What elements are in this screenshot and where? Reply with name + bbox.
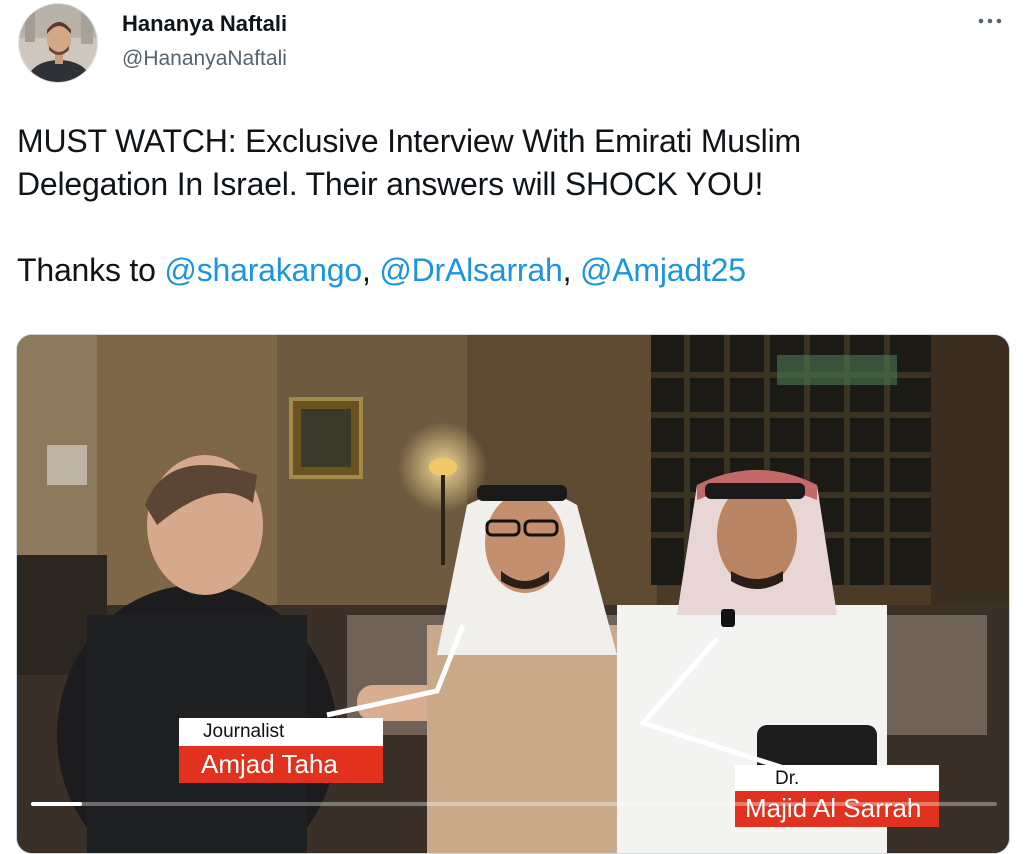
- author-avatar[interactable]: [18, 3, 98, 83]
- video-player[interactable]: Journalist Amjad Taha Dr. Majid Al Sarra…: [16, 334, 1010, 854]
- mention-sharakango[interactable]: @sharakango: [164, 252, 362, 288]
- tweet-line-1: MUST WATCH: Exclusive Interview With Emi…: [17, 123, 801, 159]
- tweet-thanks-line: Thanks to @sharakango, @DrAlsarrah, @Amj…: [17, 249, 1007, 292]
- mention-amjadt25[interactable]: @Amjadt25: [580, 252, 746, 288]
- mention-dralsarrah[interactable]: @DrAlsarrah: [379, 252, 562, 288]
- mention-separator: ,: [562, 252, 580, 288]
- author-display-name[interactable]: Hananya Naftali: [122, 11, 287, 37]
- thanks-prefix: Thanks to: [17, 252, 165, 288]
- more-icon[interactable]: [972, 6, 1008, 36]
- lower-third-name: Amjad Taha: [179, 746, 383, 783]
- author-handle[interactable]: @HananyaNaftali: [122, 47, 287, 71]
- mention-separator: ,: [361, 252, 380, 288]
- video-progress-bar[interactable]: [31, 802, 997, 806]
- video-progress-fill: [31, 802, 83, 806]
- lower-third-doctor: Dr. Majid Al Sarrah: [735, 765, 939, 827]
- tweet-line-2: Delegation In Israel. Their answers will…: [17, 166, 764, 202]
- tweet-text: MUST WATCH: Exclusive Interview With Emi…: [17, 120, 1007, 292]
- lower-third-title: Dr.: [735, 765, 939, 791]
- lower-third-name: Majid Al Sarrah: [735, 791, 939, 827]
- lower-third-journalist: Journalist Amjad Taha: [179, 718, 383, 783]
- profile-photo: [19, 4, 97, 82]
- lower-third-title: Journalist: [179, 718, 383, 746]
